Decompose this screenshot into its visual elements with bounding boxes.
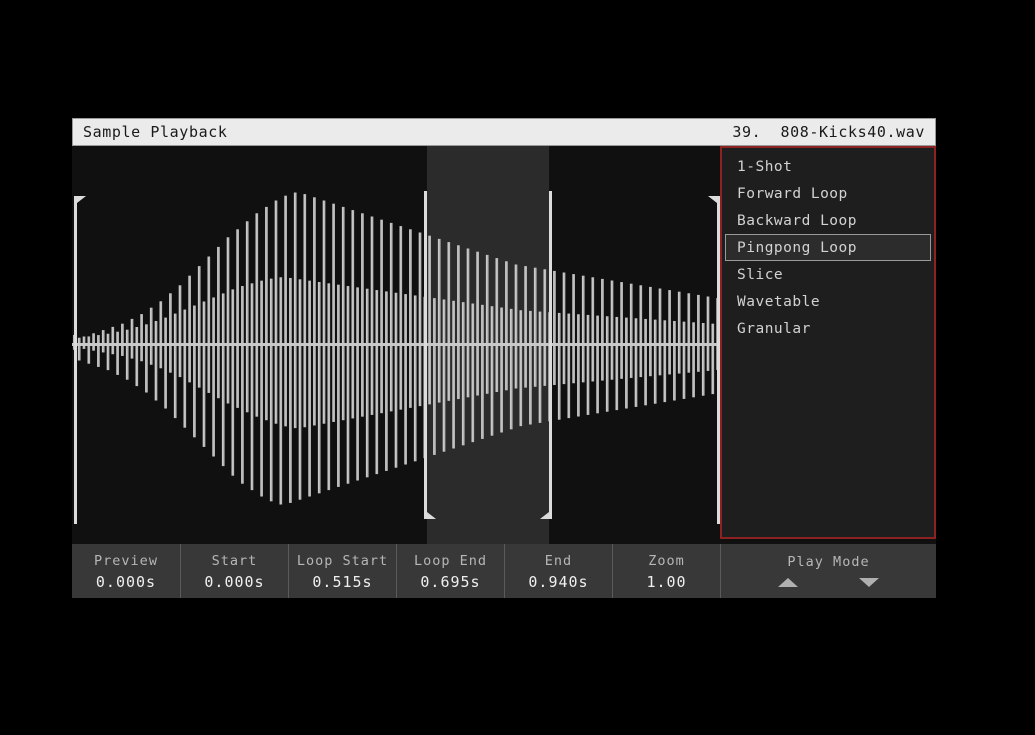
parameter-bar: Preview 0.000s Start 0.000s Loop Start 0.515s… [72, 544, 936, 598]
loop-start-marker-flag-icon[interactable] [427, 505, 436, 519]
loop-end-marker-flag-icon[interactable] [540, 505, 549, 519]
panel-title-bar: Sample Playback 39. 808-Kicks40.wav [72, 118, 936, 146]
param-loop-end[interactable]: Loop End 0.695s [397, 544, 505, 598]
play-mode-option-wavetable[interactable]: Wavetable [725, 288, 931, 315]
param-label: Loop Start [296, 553, 389, 569]
param-loop-start[interactable]: Loop Start 0.515s [289, 544, 397, 598]
param-value: 1.00 [646, 573, 687, 591]
start-marker-flag-icon[interactable] [77, 196, 86, 210]
play-mode-option-label: Wavetable [737, 294, 821, 310]
loop-end-marker-line[interactable] [549, 191, 552, 519]
play-mode-option-granular[interactable]: Granular [725, 315, 931, 342]
play-mode-stepper[interactable] [721, 574, 936, 590]
triangle-down-icon[interactable] [859, 577, 880, 587]
start-marker-line[interactable] [74, 196, 77, 524]
param-value: 0.515s [312, 573, 373, 591]
param-label: Start [211, 553, 258, 569]
param-label: End [544, 553, 573, 569]
play-mode-option-1-shot[interactable]: 1-Shot [725, 153, 931, 180]
param-value: 0.000s [204, 573, 265, 591]
param-value: 0.940s [528, 573, 589, 591]
param-end[interactable]: End 0.940s [505, 544, 613, 598]
play-mode-option-slice[interactable]: Slice [725, 261, 931, 288]
param-zoom[interactable]: Zoom 1.00 [613, 544, 721, 598]
param-label: Loop End [413, 553, 488, 569]
play-mode-option-label: Slice [737, 267, 784, 283]
play-mode-option-label: Pingpong Loop [737, 240, 857, 256]
play-mode-dropdown[interactable]: 1-Shot Forward Loop Backward Loop Pingpong … [720, 146, 936, 539]
param-label: Play Mode [787, 554, 870, 570]
sample-filename-text: 808-Kicks40.wav [780, 123, 925, 141]
sample-index: 39. [732, 123, 762, 141]
play-mode-option-forward-loop[interactable]: Forward Loop [725, 180, 931, 207]
play-mode-option-pingpong-loop[interactable]: Pingpong Loop [725, 234, 931, 261]
sample-playback-panel: Sample Playback 39. 808-Kicks40.wav 1-Sh… [72, 118, 936, 598]
play-mode-option-label: 1-Shot [737, 159, 793, 175]
play-mode-option-backward-loop[interactable]: Backward Loop [725, 207, 931, 234]
param-value: 0.695s [420, 573, 481, 591]
page-title: Sample Playback [83, 123, 228, 141]
sample-file-name: 39. 808-Kicks40.wav [732, 123, 925, 141]
loop-start-marker-line[interactable] [424, 191, 427, 519]
param-label: Preview [94, 553, 158, 569]
param-start[interactable]: Start 0.000s [181, 544, 289, 598]
play-mode-option-label: Granular [737, 321, 811, 337]
param-label: Zoom [648, 553, 685, 569]
play-mode-option-label: Forward Loop [737, 186, 848, 202]
end-marker-flag-icon[interactable] [708, 196, 717, 210]
play-mode-option-label: Backward Loop [737, 213, 857, 229]
param-play-mode[interactable]: Play Mode [721, 544, 936, 598]
triangle-up-icon[interactable] [777, 577, 798, 587]
param-value: 0.000s [95, 573, 157, 591]
param-preview[interactable]: Preview 0.000s [72, 544, 181, 598]
